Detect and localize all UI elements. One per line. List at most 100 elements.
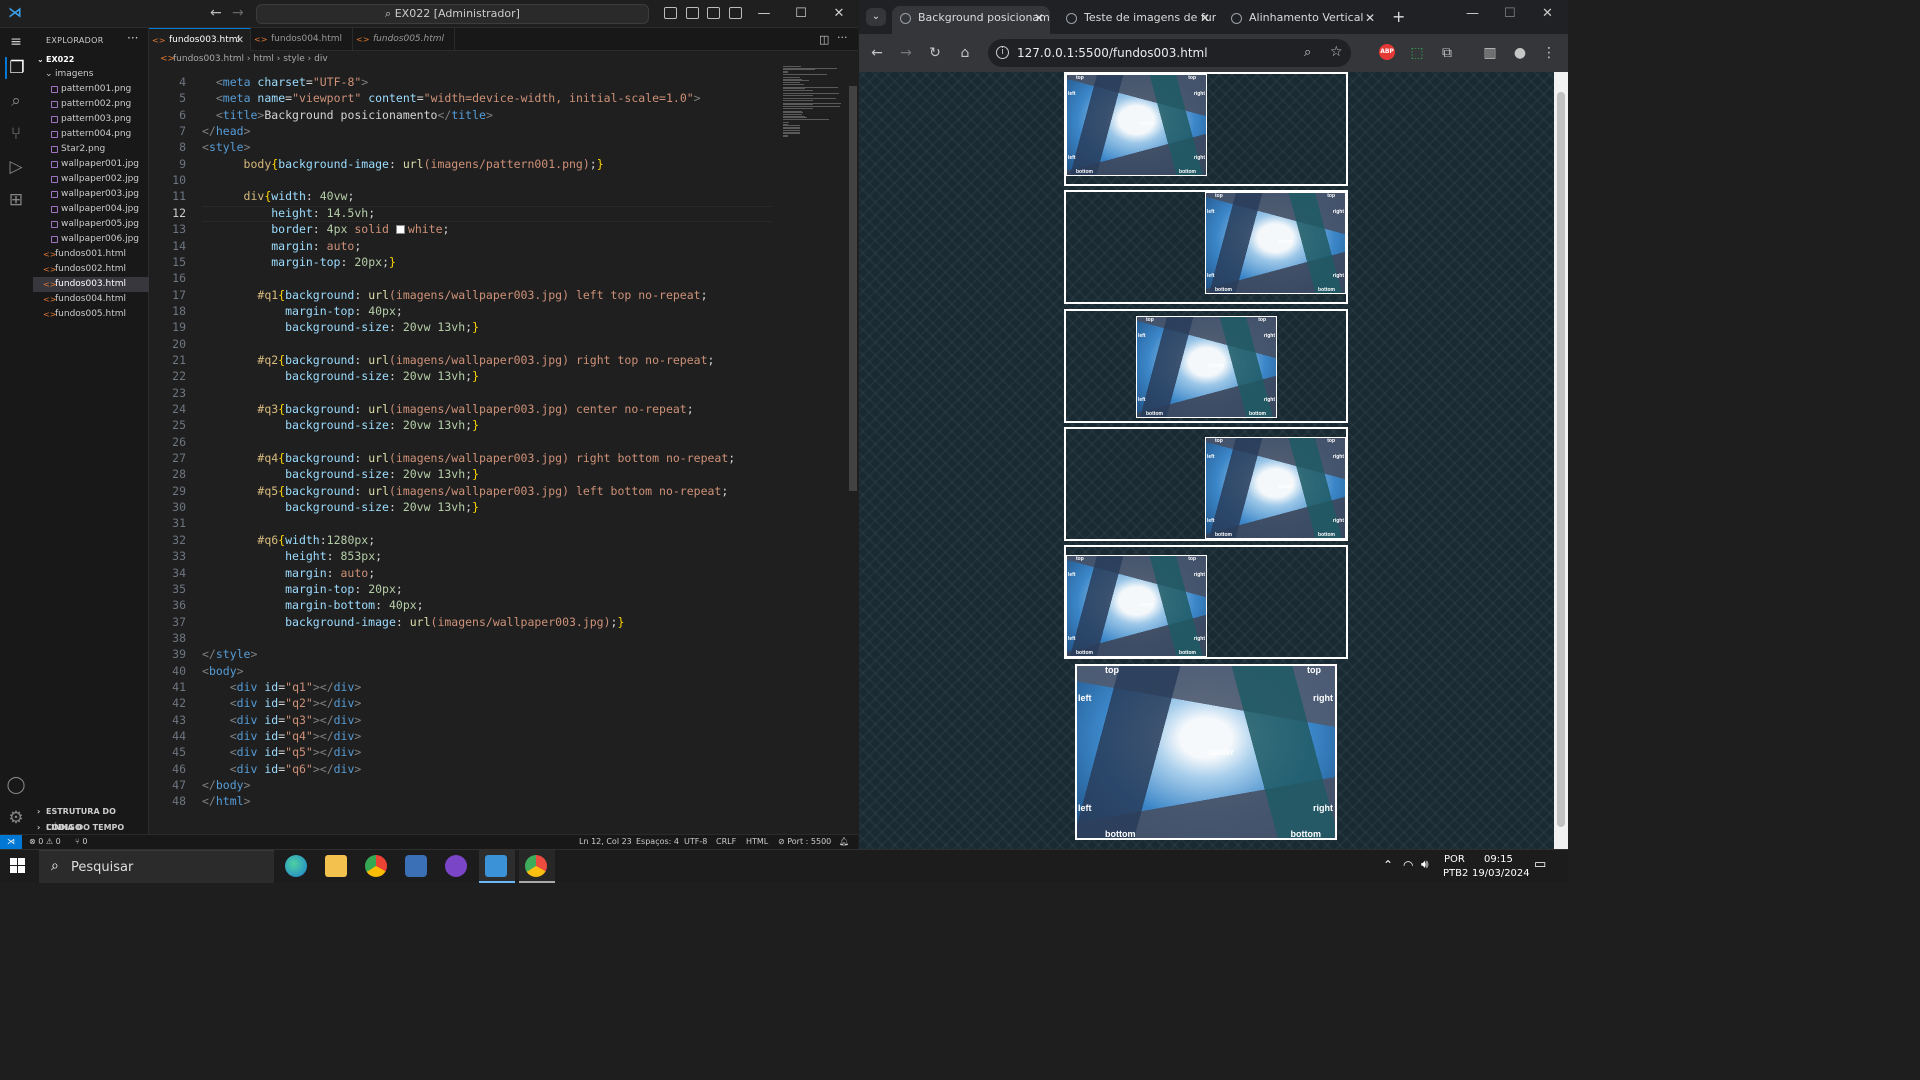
taskbar-search[interactable]: ⌕ Pesquisar xyxy=(39,850,274,883)
file-item[interactable]: <> fundos001.html xyxy=(33,247,149,262)
clock-date[interactable]: 19/03/2024 xyxy=(1472,868,1530,879)
file-item[interactable]: <> fundos002.html xyxy=(33,262,149,277)
github-desktop-icon[interactable] xyxy=(445,855,467,877)
file-item[interactable]: wallpaper006.jpg xyxy=(33,232,149,247)
ports-status[interactable]: ⑂ 0 xyxy=(75,835,87,849)
source-control-icon[interactable]: ⑂ xyxy=(5,123,27,145)
chrome-menu-icon[interactable]: ⋮ xyxy=(1539,43,1559,63)
section-outline[interactable]: › ESTRUTURA DO CÓDIGO xyxy=(33,804,149,832)
show-hidden-icons-icon[interactable]: ⌃ xyxy=(1383,858,1393,872)
file-item[interactable]: wallpaper005.jpg xyxy=(33,217,149,232)
file-explorer-icon[interactable] xyxy=(325,855,347,877)
minimize-button[interactable]: — xyxy=(749,3,779,25)
close-button[interactable]: ✕ xyxy=(824,3,854,25)
file-item[interactable]: pattern004.png xyxy=(33,127,149,142)
scrollbar-thumb[interactable] xyxy=(849,86,857,491)
live-server-port[interactable]: ⊘ Port : 5500 xyxy=(778,835,831,849)
zoom-search-icon[interactable]: ⌕ xyxy=(1304,45,1311,60)
toggle-secondary-sidebar-icon[interactable] xyxy=(707,7,720,19)
minimize-button[interactable]: — xyxy=(1466,6,1479,21)
edge-icon[interactable] xyxy=(285,855,307,877)
file-item[interactable]: pattern003.png xyxy=(33,112,149,127)
notifications-icon[interactable]: ▭ xyxy=(1534,857,1546,872)
tab-search-icon[interactable]: ⌄ xyxy=(866,8,886,26)
close-tab-icon[interactable]: ✕ xyxy=(236,29,244,52)
extensions-icon[interactable]: ⊞ xyxy=(5,189,27,211)
maximize-button[interactable]: ☐ xyxy=(1504,6,1516,21)
close-tab-icon[interactable]: ✕ xyxy=(1365,6,1375,30)
file-item[interactable]: wallpaper002.jpg xyxy=(33,172,149,187)
chrome-icon[interactable] xyxy=(365,855,387,877)
address-bar[interactable]: i 127.0.0.1:5500/fundos003.html ⌕ ☆ xyxy=(988,39,1351,67)
editor-scrollbar[interactable] xyxy=(848,66,858,834)
profile-icon[interactable]: ● xyxy=(1510,43,1530,63)
encoding-status[interactable]: UTF-8 xyxy=(684,835,707,849)
file-item[interactable]: <> fundos004.html xyxy=(33,292,149,307)
screenshot-extension-icon[interactable]: ⬚ xyxy=(1407,43,1427,63)
file-item[interactable]: wallpaper004.jpg xyxy=(33,202,149,217)
file-item[interactable]: <> fundos003.html xyxy=(33,277,149,292)
settings-gear-icon[interactable]: ⚙ xyxy=(5,807,27,829)
side-panel-icon[interactable]: ▥ xyxy=(1480,43,1500,63)
new-tab-icon[interactable]: + xyxy=(1392,7,1405,26)
minimap[interactable] xyxy=(781,66,847,146)
menu-icon[interactable]: ≡ xyxy=(5,31,27,53)
color-swatch-icon[interactable] xyxy=(395,225,405,235)
tab-fundos005[interactable]: <> fundos005.html xyxy=(353,28,455,51)
tab-fundos003[interactable]: <> fundos003.html ✕ xyxy=(149,28,251,51)
code-editor[interactable]: 4 <meta charset="UTF-8"> 5 <meta name="vi… xyxy=(149,66,847,834)
network-icon[interactable]: ◠ xyxy=(1403,858,1413,872)
file-item[interactable]: wallpaper001.jpg xyxy=(33,157,149,172)
problems-status[interactable]: ⊗ 0 ⚠ 0 xyxy=(29,835,61,849)
more-actions-icon[interactable]: ··· xyxy=(127,31,138,45)
search-icon[interactable]: ⌕ xyxy=(5,90,27,112)
chrome-tab-teste-imagens[interactable]: Teste de imagens de fun ✕ xyxy=(1058,6,1216,34)
more-actions-icon[interactable]: ··· xyxy=(837,31,848,44)
clock-time[interactable]: 09:15 xyxy=(1484,854,1513,865)
toggle-panel-icon[interactable] xyxy=(686,7,699,19)
back-arrow-icon[interactable]: ← xyxy=(210,5,222,21)
bookmark-star-icon[interactable]: ☆ xyxy=(1330,44,1343,60)
chrome-tab-background-posicionamento[interactable]: Background posicioname ✕ xyxy=(892,6,1050,34)
forward-arrow-icon[interactable]: → xyxy=(232,5,244,21)
page-scrollbar[interactable] xyxy=(1554,72,1568,849)
file-item[interactable]: pattern002.png xyxy=(33,97,149,112)
language-status[interactable]: HTML xyxy=(746,835,768,849)
remote-indicator-icon[interactable]: ⋊ xyxy=(0,835,22,849)
site-info-icon[interactable]: i xyxy=(996,46,1009,59)
eol-status[interactable]: CRLF xyxy=(716,835,736,849)
home-icon[interactable]: ⌂ xyxy=(955,43,975,63)
breadcrumb-item[interactable]: div xyxy=(314,54,328,64)
close-button[interactable]: ✕ xyxy=(1542,6,1553,21)
volume-icon[interactable]: 🔊︎ xyxy=(1421,857,1429,872)
close-tab-icon[interactable]: ✕ xyxy=(1200,6,1210,30)
notifications-bell-icon[interactable]: 🔔︎ xyxy=(839,835,849,849)
keyboard-layout[interactable]: PTB2 xyxy=(1443,868,1468,879)
back-arrow-icon[interactable]: ← xyxy=(867,43,887,63)
run-debug-icon[interactable]: ▷ xyxy=(5,156,27,178)
forward-arrow-icon[interactable]: → xyxy=(896,43,916,63)
split-editor-icon[interactable]: ◫ xyxy=(819,33,829,46)
adblock-icon[interactable]: ABP xyxy=(1379,44,1395,60)
customize-layout-icon[interactable] xyxy=(729,7,742,19)
cursor-position[interactable]: Ln 12, Col 23 xyxy=(579,835,632,849)
chrome-tab-alinhamento-vertical[interactable]: Alinhamento Vertical ✕ xyxy=(1223,6,1381,34)
command-center[interactable]: ⌕ EX022 [Administrador] xyxy=(256,4,649,24)
workspace-folder[interactable]: ⌄ EX022 xyxy=(33,52,149,67)
close-tab-icon[interactable]: ✕ xyxy=(1034,6,1044,30)
extensions-puzzle-icon[interactable]: ⧉ xyxy=(1437,43,1457,63)
reload-icon[interactable]: ↻ xyxy=(925,43,945,63)
input-language[interactable]: POR xyxy=(1444,854,1465,865)
toggle-primary-sidebar-icon[interactable] xyxy=(664,7,677,19)
scrollbar-thumb[interactable] xyxy=(1557,92,1565,827)
file-item[interactable]: Star2.png xyxy=(33,142,149,157)
maximize-button[interactable]: ☐ xyxy=(786,3,816,25)
file-item[interactable]: pattern001.png xyxy=(33,82,149,97)
tab-fundos004[interactable]: <> fundos004.html xyxy=(251,28,353,51)
account-icon[interactable]: ◯ xyxy=(5,774,27,796)
breadcrumb-item[interactable]: style xyxy=(283,54,305,64)
folder-imagens[interactable]: ⌄ imagens xyxy=(33,67,149,82)
file-item[interactable]: wallpaper003.jpg xyxy=(33,187,149,202)
breadcrumb-item[interactable]: html xyxy=(253,54,274,64)
breadcrumb-item[interactable]: fundos003.html xyxy=(173,54,244,64)
